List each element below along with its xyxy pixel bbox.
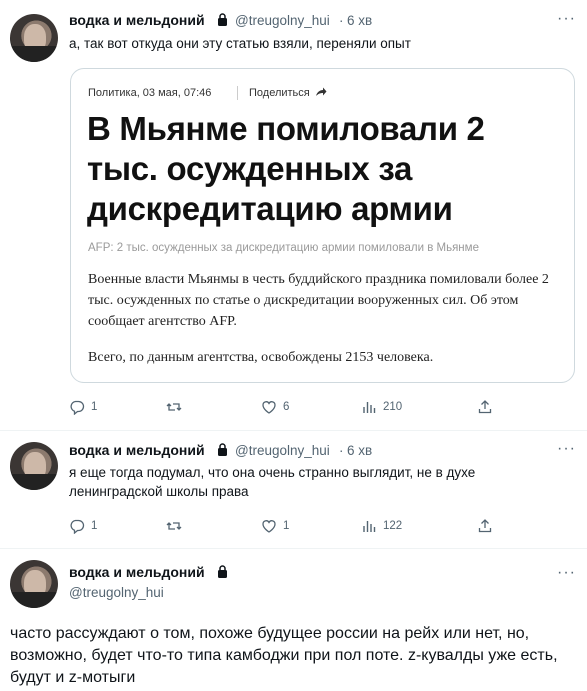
tweet-text: я еще тогда подумал, что она очень стран…	[69, 465, 476, 499]
author-handle[interactable]: @treugolny_hui	[235, 443, 330, 458]
tweet-text: часто рассуждают о том, похоже будущее р…	[10, 625, 558, 686]
share-arrow-icon	[316, 87, 327, 96]
retweet-icon	[166, 403, 182, 411]
card-meta: Политика, 03 мая, 07:46	[88, 87, 212, 99]
avatar[interactable]	[10, 560, 58, 608]
reply-button[interactable]: 1	[69, 518, 97, 534]
like-button[interactable]: 6	[261, 399, 289, 415]
views-icon	[363, 402, 376, 413]
reply-count: 1	[91, 520, 98, 532]
reply-icon	[70, 519, 85, 534]
card-body-paragraph: Военные власти Мьянмы в честь буддийског…	[88, 272, 549, 329]
views-icon	[363, 521, 376, 532]
tweet-divider	[0, 430, 587, 431]
time-separator: ·	[339, 443, 344, 458]
retweet-button[interactable]	[166, 399, 188, 415]
tweet-time[interactable]: 6 хв	[347, 443, 372, 458]
tweet-time[interactable]: 6 хв	[347, 13, 372, 28]
lock-icon	[218, 13, 227, 26]
views-button[interactable]: 210	[361, 399, 402, 415]
link-card[interactable]: Политика, 03 мая, 07:46 Поделиться В Мья…	[70, 68, 575, 383]
reply-count: 1	[91, 401, 98, 413]
views-count: 210	[383, 401, 403, 413]
like-icon	[262, 520, 276, 533]
share-icon	[478, 400, 492, 414]
share-button[interactable]	[477, 518, 493, 534]
retweet-icon	[166, 522, 182, 530]
views-button[interactable]: 122	[361, 518, 402, 534]
author-handle[interactable]: @treugolny_hui	[69, 585, 164, 600]
avatar[interactable]	[10, 14, 58, 62]
reply-button[interactable]: 1	[69, 399, 97, 415]
like-count: 6	[283, 401, 290, 413]
like-count: 1	[283, 520, 290, 532]
card-caption: AFP: 2 тыс. осужденных за дискредитацию …	[88, 242, 479, 254]
more-icon[interactable]: ···	[557, 441, 576, 457]
card-share-label: Поделиться	[249, 87, 310, 99]
lock-icon	[218, 565, 227, 578]
views-count: 122	[383, 520, 403, 532]
author-name[interactable]: водка и мельдоний	[69, 564, 205, 580]
retweet-button[interactable]	[166, 518, 188, 534]
share-button[interactable]	[477, 399, 493, 415]
tweet-text: а, так вот откуда они эту статью взяли, …	[69, 36, 411, 51]
like-button[interactable]: 1	[261, 518, 289, 534]
more-icon[interactable]: ···	[557, 565, 576, 581]
time-separator: ·	[339, 13, 344, 28]
share-icon	[478, 519, 492, 533]
more-icon[interactable]: ···	[557, 11, 576, 27]
author-handle[interactable]: @treugolny_hui	[235, 13, 330, 28]
tweet-divider	[0, 548, 587, 549]
reply-icon	[70, 400, 85, 415]
card-headline: В Мьянме помиловали 2 тыс. осужденных за…	[87, 110, 485, 227]
card-body-paragraph: Всего, по данным агентства, освобождены …	[88, 350, 434, 365]
avatar[interactable]	[10, 442, 58, 490]
author-name[interactable]: водка и мельдоний	[69, 442, 205, 458]
like-icon	[262, 401, 276, 414]
lock-icon	[218, 443, 227, 456]
author-name[interactable]: водка и мельдоний	[69, 12, 205, 28]
card-divider	[237, 86, 238, 100]
